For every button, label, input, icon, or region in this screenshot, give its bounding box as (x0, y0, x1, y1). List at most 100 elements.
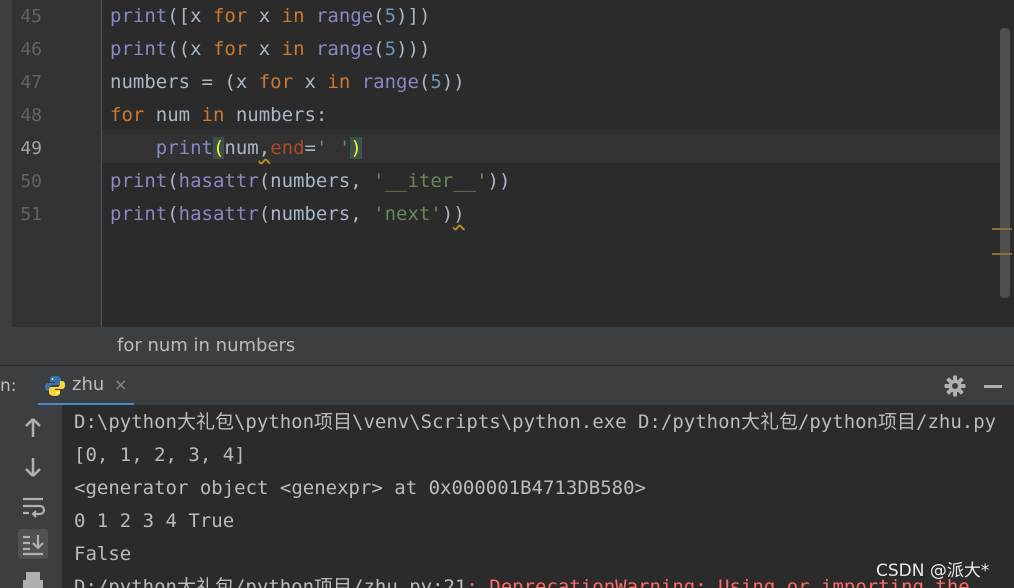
breadcrumb[interactable]: for num in numbers (117, 327, 295, 365)
code-token: for (110, 104, 145, 126)
code-line[interactable]: print(hasattr(numbers, 'next')) (110, 198, 465, 231)
console-output-line: D:\python大礼包\python项目\venv\Scripts\pytho… (74, 411, 997, 433)
code-token: '__iter__' (373, 170, 488, 192)
watermark: CSDN @派大* (876, 561, 990, 581)
code-token: in (281, 38, 305, 60)
soft-wrap-icon[interactable] (18, 491, 48, 521)
left-tool-strip (0, 0, 12, 348)
code-token: in (201, 104, 225, 126)
scroll-to-end-icon[interactable] (18, 529, 48, 559)
code-line[interactable]: print(num,end=' ') (110, 132, 362, 165)
code-token: print (110, 170, 168, 192)
line-number[interactable]: 46 (12, 33, 42, 66)
code-line[interactable]: print((x for x in range(5))) (110, 33, 430, 66)
line-number[interactable]: 49 (12, 132, 42, 165)
console-warning-line: D:/python大礼包/python项目/zhu.py:21: Depreca… (74, 571, 970, 588)
code-token: (numbers, (258, 170, 374, 192)
breadcrumb-bar: for num in numbers (0, 327, 1014, 365)
code-line[interactable]: numbers = (x for x in range(5)) (110, 66, 465, 99)
code-token: ( (418, 71, 431, 93)
code-token: ([x (167, 5, 213, 27)
code-token: ) (350, 137, 362, 159)
line-number[interactable]: 50 (12, 165, 42, 198)
code-token: x (247, 5, 282, 27)
code-token: print (110, 203, 168, 225)
code-token: x (293, 71, 328, 93)
code-token: 5 (384, 5, 397, 27)
code-token: hasattr (178, 170, 259, 192)
code-line[interactable]: print([x for x in range(5)]) (110, 0, 430, 33)
code-token: ( (373, 38, 385, 60)
editor-scrollbar[interactable] (1000, 28, 1010, 298)
run-console[interactable]: D:\python大礼包\python项目\venv\Scripts\pytho… (0, 405, 1014, 588)
code-token: , (258, 137, 271, 159)
code-line[interactable]: for num in numbers: (110, 99, 327, 132)
python-icon (45, 376, 65, 396)
run-tab-label: zhu (72, 374, 105, 395)
code-token: ( (373, 5, 385, 27)
code-token: ((x (167, 38, 213, 60)
arrow-up-icon[interactable] (18, 413, 48, 443)
code-token: ( (167, 203, 179, 225)
code-token: 'next' (373, 203, 442, 225)
code-token: numbers: (224, 104, 328, 126)
code-token: print (110, 38, 168, 60)
code-token: end (270, 137, 305, 159)
code-token: )]) (396, 5, 431, 27)
error-file-link[interactable]: D:/python大礼包/python项目/zhu.py:21 (74, 576, 466, 588)
print-icon[interactable] (18, 568, 48, 588)
gear-icon[interactable] (944, 375, 966, 397)
code-token: print (110, 5, 168, 27)
code-token: )) (487, 170, 511, 192)
code-editor[interactable]: 45 46 47 48 49 50 51 print([x for x in range(5… (0, 0, 1014, 327)
line-number[interactable]: 47 (12, 66, 42, 99)
code-token: range (315, 5, 374, 27)
code-token: print (155, 137, 213, 159)
code-line[interactable]: print(hasattr(numbers, '__iter__')) (110, 165, 510, 198)
warning-marker[interactable] (992, 253, 1012, 255)
arrow-down-icon[interactable] (18, 452, 48, 482)
code-token: in (281, 5, 305, 27)
code-token: num (224, 137, 259, 159)
code-token: 5 (384, 38, 397, 60)
close-icon[interactable]: × (114, 366, 127, 404)
code-token: for (212, 5, 248, 27)
code-token: ' ' (315, 137, 351, 159)
code-token: for (212, 38, 248, 60)
console-toolbar (0, 405, 62, 588)
code-token: ))) (396, 38, 431, 60)
code-token: hasattr (178, 203, 259, 225)
console-output-line: [0, 1, 2, 3, 4] (74, 444, 246, 466)
console-output-line: 0 1 2 3 4 True (74, 510, 235, 532)
code-token: numbers = (x (110, 71, 259, 93)
run-tab-zhu[interactable]: zhu × (38, 366, 134, 406)
minimize-icon[interactable] (984, 385, 1002, 388)
code-token: ) (453, 203, 465, 225)
gutter-divider (101, 0, 102, 327)
warning-marker[interactable] (992, 228, 1012, 230)
code-token: ( (212, 137, 225, 159)
run-label: n: (0, 376, 17, 396)
code-token: = (304, 137, 316, 159)
code-token: 5 (430, 71, 442, 93)
code-token: range (361, 71, 419, 93)
line-number[interactable]: 48 (12, 99, 42, 132)
code-token: (numbers, (258, 203, 374, 225)
code-token: ) (441, 203, 454, 225)
line-number[interactable]: 51 (12, 198, 42, 231)
code-token: ( (167, 170, 179, 192)
run-tool-header: n: zhu × (0, 365, 1014, 406)
code-token: x (247, 38, 282, 60)
code-token: )) (441, 71, 465, 93)
code-token: num (144, 104, 202, 126)
console-output-line: False (74, 543, 132, 565)
code-token: range (315, 38, 374, 60)
code-token: in (327, 71, 351, 93)
console-output-line: <generator object <genexpr> at 0x000001B… (74, 477, 646, 499)
line-number[interactable]: 45 (12, 0, 42, 33)
code-token: for (258, 71, 294, 93)
